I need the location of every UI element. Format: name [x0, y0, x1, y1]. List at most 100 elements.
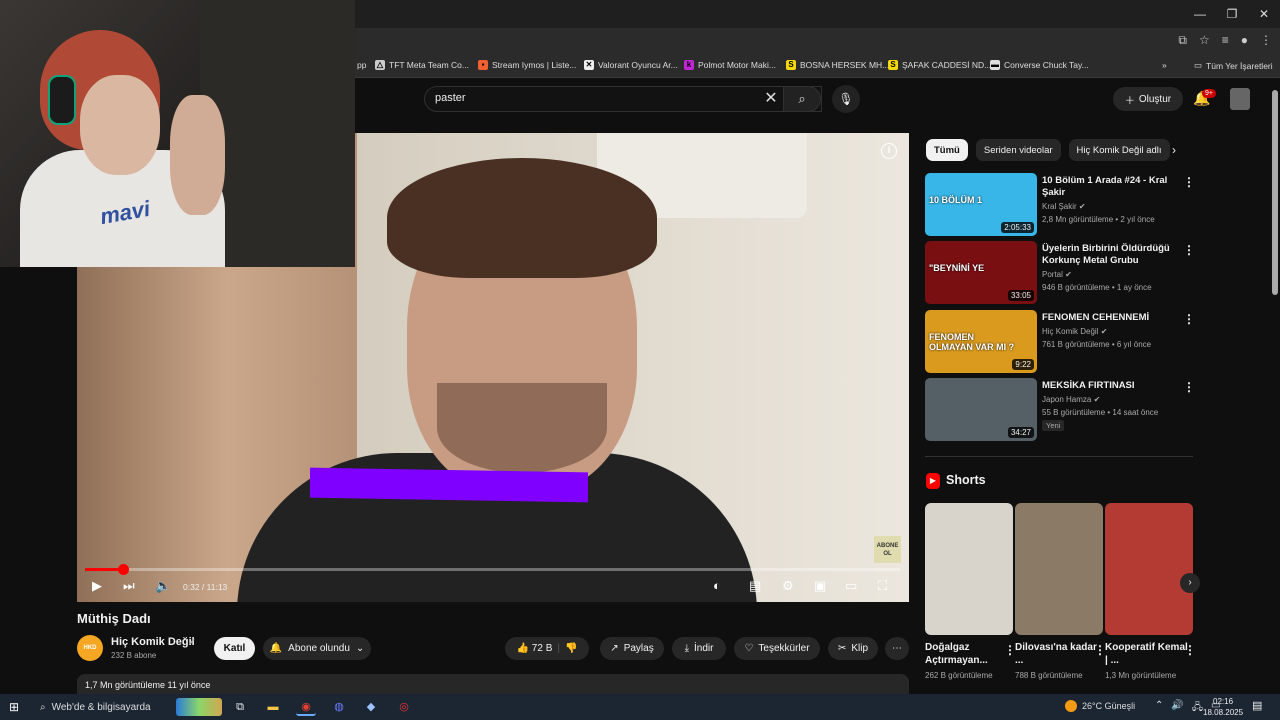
short-item[interactable]: Dilovası'na kadar ... 788 B görüntüleme ⋮: [1015, 503, 1106, 680]
info-icon[interactable]: i: [881, 143, 897, 159]
bookmark-item[interactable]: pp: [357, 60, 366, 70]
voice-search-button[interactable]: 🎙: [832, 85, 860, 113]
video-thumbnail[interactable]: "BEYNİNİ YE 33:05: [925, 241, 1037, 304]
short-thumbnail[interactable]: [925, 503, 1013, 635]
windows-start-icon[interactable]: ⊞: [9, 700, 19, 714]
sun-icon: [1065, 700, 1077, 712]
autoplay-toggle[interactable]: ◐: [713, 578, 721, 593]
progress-track[interactable]: [85, 568, 900, 571]
discord-icon[interactable]: ◍: [329, 698, 349, 716]
minimize-icon[interactable]: —: [1184, 0, 1216, 28]
bookmark-item[interactable]: S ŞAFAK CADDESİ ND...: [888, 60, 991, 70]
chevron-right-icon[interactable]: ›: [1172, 143, 1176, 157]
file-explorer-icon[interactable]: ▬: [263, 698, 283, 716]
chrome-icon[interactable]: ◉: [296, 698, 316, 716]
close-icon[interactable]: ✕: [1248, 0, 1280, 28]
short-title[interactable]: Dilovası'na kadar ...: [1015, 641, 1103, 667]
recommended-video-channel[interactable]: Kral Şakir ✔: [1042, 202, 1086, 211]
more-actions-button[interactable]: ⋯: [885, 637, 909, 660]
more-vertical-icon[interactable]: ⋮: [1183, 243, 1195, 257]
subtitles-icon[interactable]: ▤: [749, 578, 761, 594]
subscribe-watermark[interactable]: ABONE OL: [874, 536, 901, 563]
more-vertical-icon[interactable]: ⋮: [1183, 380, 1195, 394]
profile-icon[interactable]: ●: [1241, 33, 1248, 48]
channel-avatar[interactable]: HKD: [77, 635, 103, 661]
shorts-next-button[interactable]: ›: [1180, 573, 1200, 593]
install-app-icon[interactable]: ⧉: [1178, 33, 1187, 48]
bookmark-item[interactable]: S BOSNA HERSEK MH...: [786, 60, 889, 70]
account-avatar[interactable]: [1230, 88, 1250, 110]
all-bookmarks[interactable]: ▭ Tüm Yer İşaretleri: [1194, 60, 1273, 71]
short-thumbnail[interactable]: [1015, 503, 1103, 635]
steam-icon[interactable]: ◆: [361, 698, 381, 716]
search-button[interactable]: ⌕: [783, 86, 821, 112]
recommended-video-channel[interactable]: Portal ✔: [1042, 270, 1072, 279]
download-button[interactable]: ⤓ İndir: [672, 637, 726, 660]
play-icon[interactable]: ▶: [92, 578, 102, 594]
recommended-video-title[interactable]: FENOMEN CEHENNEMİ: [1042, 312, 1177, 324]
bookmark-star-icon[interactable]: ☆: [1199, 33, 1210, 48]
thanks-button[interactable]: ♡ Teşekkürler: [734, 637, 820, 660]
subscribed-button[interactable]: 🔔 Abone olundu ⌄: [263, 637, 371, 660]
tray-chevron-icon[interactable]: ⌃: [1155, 700, 1163, 717]
volume-icon[interactable]: 🔈: [155, 578, 171, 594]
task-view-icon[interactable]: ⧉: [230, 698, 250, 716]
weather-widget[interactable]: 26°C Güneşli: [1065, 700, 1135, 712]
video-thumbnail[interactable]: FENOMEN OLMAYAN VAR MI ? 9:22: [925, 310, 1037, 373]
recommended-video[interactable]: 34:27 MEKSİKA FIRTINASI Japon Hamza ✔ 55 B …: [925, 378, 1195, 442]
obs-icon[interactable]: ◎: [394, 698, 414, 716]
recommended-video-channel[interactable]: Hiç Komik Değil ✔: [1042, 327, 1107, 336]
bookmarks-more[interactable]: »: [1162, 60, 1167, 70]
network-icon[interactable]: 🖧: [1192, 700, 1203, 717]
taskbar-clock[interactable]: 02:16 18.08.2025: [1203, 696, 1243, 718]
recommended-video[interactable]: FENOMEN OLMAYAN VAR MI ? 9:22 FENOMEN CEHE…: [925, 310, 1195, 374]
bookmark-item[interactable]: ▪ Stream Iymos | Liste...: [478, 60, 576, 70]
more-vertical-icon[interactable]: ⋮: [1183, 175, 1195, 189]
short-title[interactable]: Kooperatif Kemal | ...: [1105, 641, 1193, 667]
like-button[interactable]: 👍 72 B: [517, 643, 553, 654]
channel-name[interactable]: Hiç Komik Değil: [111, 636, 195, 648]
miniplayer-icon[interactable]: ▣: [814, 578, 826, 594]
video-thumbnail[interactable]: 10 BÖLÜM 1 2:05:33: [925, 173, 1037, 236]
restore-icon[interactable]: ❐: [1216, 0, 1248, 28]
more-vertical-icon[interactable]: ⋮: [1184, 643, 1196, 657]
speaker-icon[interactable]: 🔊: [1171, 700, 1183, 717]
dislike-button[interactable]: 👎: [565, 643, 577, 654]
recommended-video-title[interactable]: MEKSİKA FIRTINASI: [1042, 380, 1177, 392]
reading-list-icon[interactable]: ≡: [1222, 33, 1229, 48]
menu-kebab-icon[interactable]: ⋮: [1260, 33, 1272, 48]
bookmark-item[interactable]: ✕ Valorant Oyuncu Ar...: [584, 60, 678, 70]
recommended-video-meta: 55 B görüntüleme • 14 saat önce: [1042, 408, 1159, 417]
recommended-video[interactable]: "BEYNİNİ YE 33:05 Üyelerin Birbirini Öldür…: [925, 241, 1195, 305]
short-title[interactable]: Doğalgaz Açtırmayan...: [925, 641, 1013, 667]
next-icon[interactable]: ⏭: [123, 578, 135, 594]
recommended-video[interactable]: 10 BÖLÜM 1 2:05:33 10 Bölüm 1 Arada #24 - …: [925, 173, 1195, 237]
short-thumbnail[interactable]: [1105, 503, 1193, 635]
page-scrollbar[interactable]: [1272, 90, 1278, 295]
bell-icon: 🔔: [269, 643, 283, 654]
video-thumbnail[interactable]: 34:27: [925, 378, 1037, 441]
search-highlight-image[interactable]: [176, 698, 222, 716]
chip-series[interactable]: Seriden videolar: [975, 139, 1061, 161]
share-button[interactable]: ↗ Paylaş: [600, 637, 664, 660]
more-vertical-icon[interactable]: ⋮: [1183, 312, 1195, 326]
chip-channel[interactable]: Hiç Komik Değil adlı: [1068, 139, 1170, 161]
recommended-video-title[interactable]: Üyelerin Birbirini Öldürdüğü Korkunç Met…: [1042, 243, 1177, 267]
join-button[interactable]: Katıl: [214, 637, 255, 660]
recommended-video-channel[interactable]: Japon Hamza ✔: [1042, 395, 1100, 404]
bookmark-item[interactable]: ▬ Converse Chuck Tay...: [990, 60, 1089, 70]
fullscreen-icon[interactable]: ⛶: [878, 578, 887, 594]
description-box[interactable]: 1,7 Mn görüntüleme 11 yıl önce: [77, 674, 909, 694]
settings-gear-icon[interactable]: ⚙: [782, 578, 794, 594]
create-button[interactable]: ＋ Oluştur: [1113, 87, 1183, 111]
short-item[interactable]: Doğalgaz Açtırmayan... 262 B görüntüleme ⋮: [925, 503, 1016, 680]
bookmark-item[interactable]: k Polmot Motor Maki...: [684, 60, 776, 70]
clear-search-icon[interactable]: ✕: [761, 88, 781, 110]
recommended-video-title[interactable]: 10 Bölüm 1 Arada #24 - Kral Şakir: [1042, 175, 1177, 199]
theater-mode-icon[interactable]: ▭: [845, 578, 857, 594]
notification-center-icon[interactable]: ▤: [1252, 699, 1262, 712]
bookmark-item[interactable]: △ TFT Meta Team Co...: [375, 60, 469, 70]
chip-all[interactable]: Tümü: [926, 139, 968, 161]
clip-button[interactable]: ✂ Klip: [828, 637, 878, 660]
short-item[interactable]: Kooperatif Kemal | ... 1,3 Mn görüntüleme…: [1105, 503, 1196, 680]
